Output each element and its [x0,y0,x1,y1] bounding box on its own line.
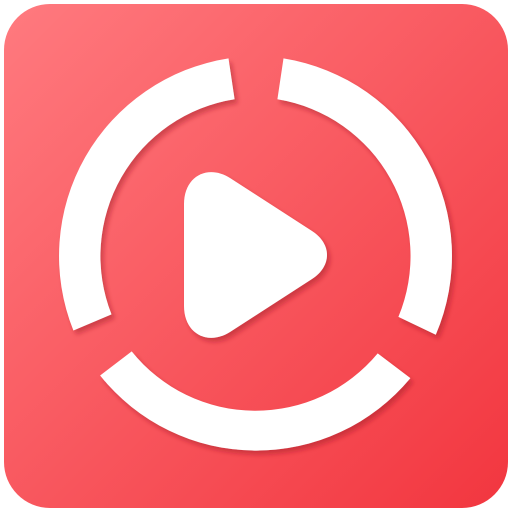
video-player-app-icon[interactable] [4,4,508,508]
app-icon-canvas [0,0,512,512]
